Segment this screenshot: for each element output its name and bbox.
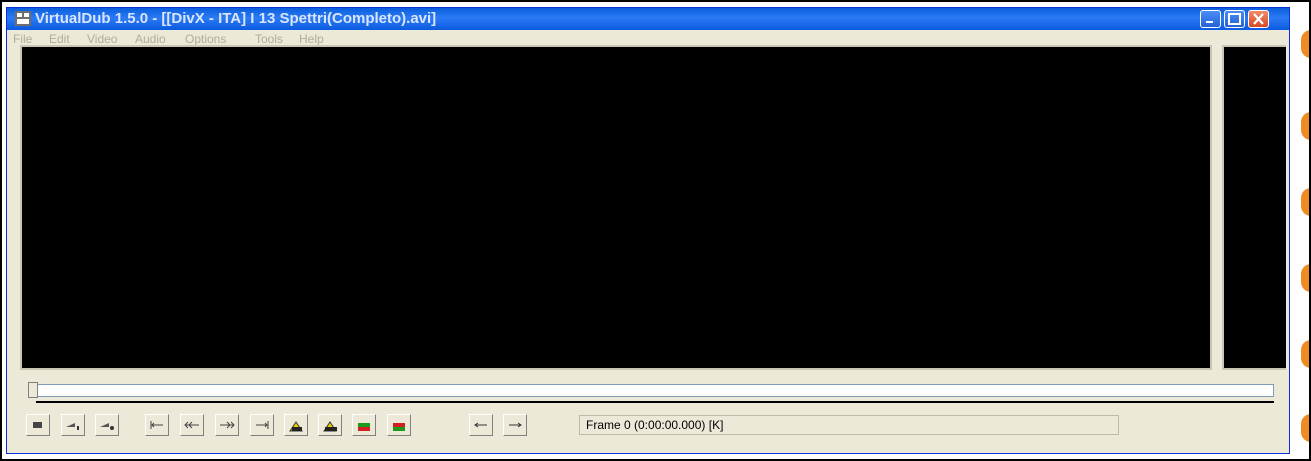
mark-out-button[interactable] (503, 414, 527, 436)
input-video-pane (20, 45, 1212, 370)
mark-out-icon (509, 422, 522, 428)
mark-in-button[interactable] (469, 414, 493, 436)
title-bar[interactable]: VirtualDub 1.5.0 - [[DivX - ITA] I 13 Sp… (7, 8, 1289, 30)
menu-edit[interactable]: Edit (49, 32, 70, 46)
position-slider-track[interactable] (36, 384, 1274, 397)
position-slider-thumb[interactable] (28, 382, 38, 398)
stop-icon (33, 422, 42, 428)
forward-button[interactable] (215, 414, 239, 436)
go-start-icon (150, 421, 163, 429)
play-input-icon (66, 423, 79, 430)
mark-in-icon (474, 422, 487, 428)
close-icon (1253, 13, 1264, 25)
side-tab (1301, 414, 1311, 442)
scene-back-button[interactable] (352, 414, 376, 436)
side-tab (1301, 264, 1311, 292)
scene-forward-button[interactable] (387, 414, 411, 436)
go-end-icon (256, 421, 269, 429)
next-keyframe-button[interactable] (318, 414, 342, 436)
side-tab (1301, 188, 1311, 216)
menu-file[interactable]: File (13, 32, 32, 46)
maximize-icon (1228, 13, 1241, 25)
side-tab (1301, 340, 1311, 368)
menu-options[interactable]: Options (185, 32, 226, 46)
keyframe-prev-icon (289, 421, 303, 432)
output-video-pane (1222, 45, 1286, 370)
close-button[interactable] (1248, 10, 1269, 28)
menu-video[interactable]: Video (87, 32, 117, 46)
go-end-button[interactable] (250, 414, 274, 436)
app-icon (15, 11, 31, 26)
frame-status-text: Frame 0 (0:00:00.000) [K] (586, 418, 724, 432)
menu-audio[interactable]: Audio (135, 32, 166, 46)
prev-keyframe-button[interactable] (284, 414, 308, 436)
minimize-icon (1206, 21, 1213, 23)
back-button[interactable] (180, 414, 204, 436)
forward-icon (220, 421, 235, 429)
stop-button[interactable] (26, 414, 50, 436)
play-output-icon (100, 423, 114, 430)
maximize-button[interactable] (1224, 10, 1245, 28)
menu-tools[interactable]: Tools (255, 32, 283, 46)
slider-tick-line (36, 401, 1274, 403)
back-icon (184, 421, 199, 429)
frame-status-field: Frame 0 (0:00:00.000) [K] (579, 415, 1119, 435)
window-title: VirtualDub 1.5.0 - [[DivX - ITA] I 13 Sp… (35, 10, 437, 27)
side-tab (1301, 112, 1311, 140)
side-tab (1301, 30, 1311, 58)
keyframe-next-icon (323, 421, 337, 432)
play-output-button[interactable] (95, 414, 119, 436)
menu-help[interactable]: Help (299, 32, 324, 46)
scene-back-icon (358, 423, 370, 431)
minimize-button[interactable] (1200, 10, 1221, 28)
play-input-button[interactable] (61, 414, 85, 436)
scene-forward-icon (393, 423, 405, 431)
go-start-button[interactable] (145, 414, 169, 436)
